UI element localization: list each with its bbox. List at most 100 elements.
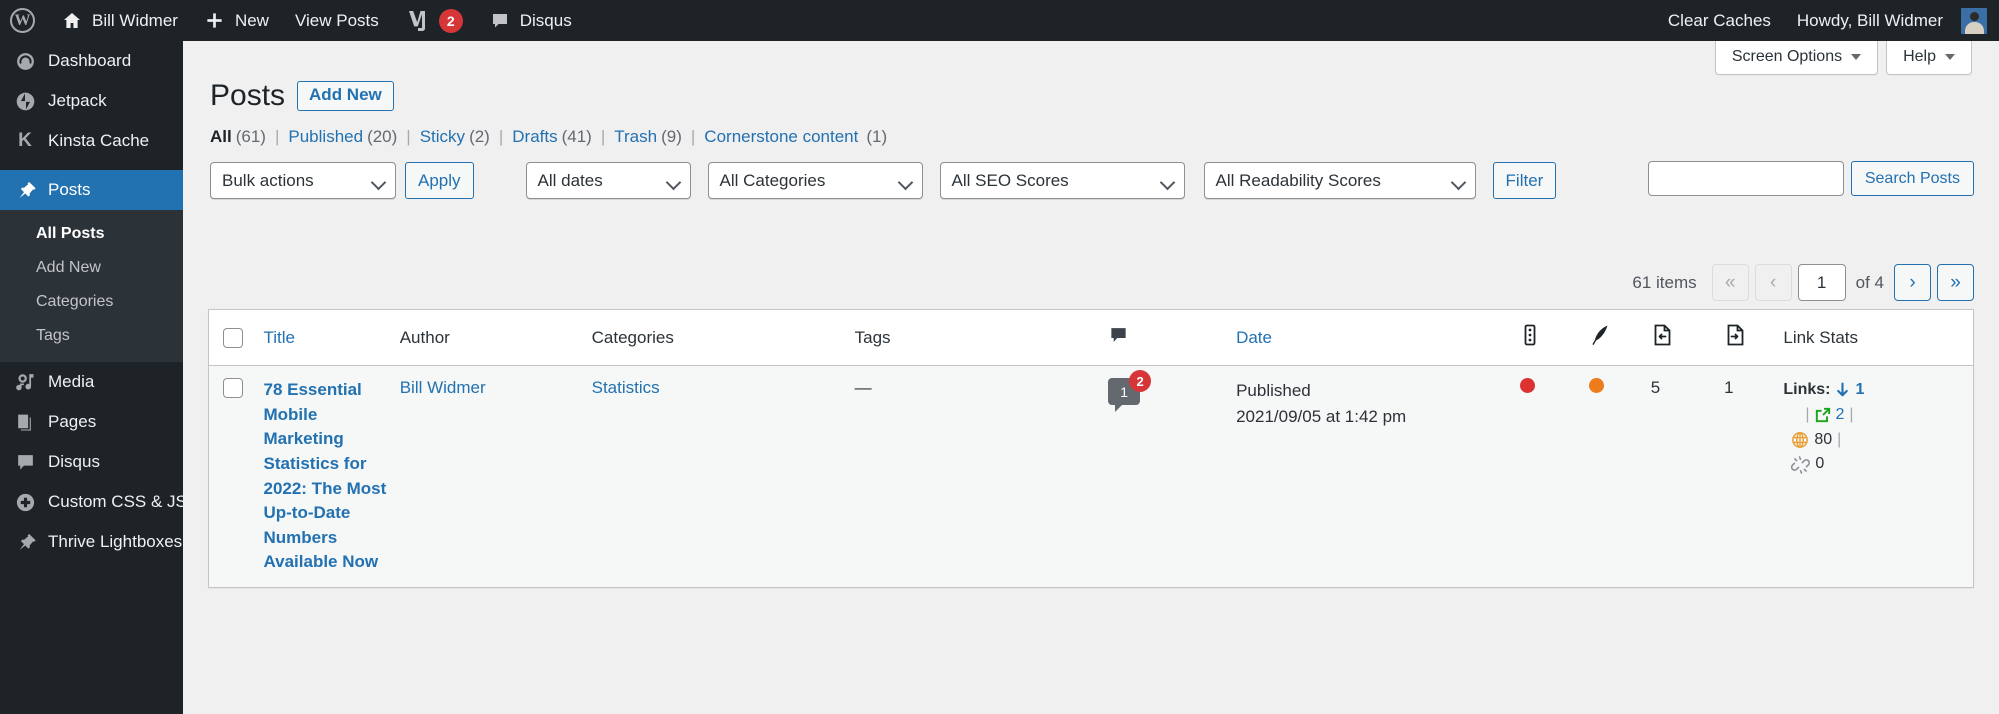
status-divider: | — [690, 127, 696, 146]
status-link-cornerstone-content[interactable]: Cornerstone content — [704, 127, 858, 146]
chevron-down-icon — [897, 174, 913, 190]
last-page-button[interactable]: » — [1937, 264, 1974, 301]
sidebar-item-kinsta-cache[interactable]: K Kinsta Cache — [0, 121, 183, 161]
select-all-checkbox[interactable] — [223, 327, 243, 348]
screen-options-button[interactable]: Screen Options — [1714, 41, 1879, 75]
admin-bar: Bill Widmer New View Posts 2 Disqus Clea… — [0, 0, 1999, 41]
sidebar-item-custom-css-js[interactable]: Custom CSS & JS — [0, 482, 187, 522]
clear-caches-button[interactable]: Clear Caches — [1655, 0, 1784, 41]
status-link-trash[interactable]: Trash — [614, 127, 657, 146]
sidebar-item-jetpack[interactable]: Jetpack — [0, 81, 183, 121]
yoast-notification-count: 2 — [438, 8, 463, 33]
screen-meta-links: Screen Options Help — [1714, 41, 1972, 75]
menu-separator — [0, 161, 183, 170]
status-link-drafts-wrap: Drafts (41) — [512, 127, 592, 147]
jetpack-icon — [14, 90, 36, 112]
total-pages-label: of 4 — [1855, 272, 1884, 292]
chevron-down-icon — [1945, 54, 1955, 60]
sidebar-item-label: Pages — [48, 412, 97, 431]
readability-score-filter-select[interactable]: All Readability Scores — [1203, 162, 1476, 199]
help-button[interactable]: Help — [1886, 41, 1972, 75]
sidebar-item-media[interactable]: Media — [0, 362, 183, 402]
status-link-sticky[interactable]: Sticky — [420, 127, 465, 146]
comment-count-wrap[interactable]: 1 2 — [1108, 370, 1152, 412]
sidebar-item-categories[interactable]: Categories — [0, 285, 183, 319]
date-filter-select[interactable]: All dates — [525, 162, 691, 199]
sidebar-item-disqus[interactable]: Disqus — [0, 442, 183, 482]
yoast-icon — [405, 10, 427, 32]
status-link-sticky-wrap: Sticky (2) — [420, 127, 490, 147]
cell-categories: Statistics — [591, 365, 855, 588]
new-content-menu[interactable]: New — [191, 0, 282, 41]
seo-score-dot[interactable] — [1520, 378, 1536, 393]
first-page-button: « — [1711, 264, 1749, 301]
row-checkbox[interactable] — [223, 378, 243, 398]
readability-feather-icon — [1589, 323, 1611, 347]
category-filter-select[interactable]: All Categories — [707, 162, 923, 199]
sidebar-item-dashboard[interactable]: Dashboard — [0, 41, 183, 81]
filter-button[interactable]: Filter — [1492, 162, 1557, 199]
disqus-menu[interactable]: Disqus — [476, 0, 585, 41]
status-link-all[interactable]: All — [210, 127, 232, 146]
submenu-label: All Posts — [36, 225, 105, 242]
status-link-cornerstone-wrap: Cornerstone content (1) — [704, 127, 887, 147]
post-author-link[interactable]: Bill Widmer — [400, 378, 486, 397]
avatar — [1961, 7, 1987, 34]
view-posts-link[interactable]: View Posts — [282, 0, 392, 41]
external-link-icon — [1815, 407, 1831, 423]
bulk-actions-select[interactable]: Bulk actions — [210, 162, 396, 199]
main-content: Screen Options Help Posts Add New All (61… — [183, 41, 1999, 714]
status-link-drafts[interactable]: Drafts — [512, 127, 557, 146]
column-header-inbound-links — [1650, 310, 1725, 366]
pending-comments-badge[interactable]: 2 — [1129, 370, 1152, 392]
current-page-input[interactable] — [1797, 264, 1846, 301]
table-body: 78 Essential Mobile Marketing Statistics… — [209, 365, 1973, 588]
site-name-menu[interactable]: Bill Widmer — [48, 0, 191, 41]
yoast-seo-menu[interactable]: 2 — [392, 0, 476, 41]
link-stats-outbound-row: | 2 | — [1783, 403, 1973, 428]
sidebar-item-pages[interactable]: Pages — [0, 402, 183, 442]
sidebar-item-add-new[interactable]: Add New — [0, 251, 183, 285]
sidebar-item-tags[interactable]: Tags — [0, 319, 183, 353]
apply-button[interactable]: Apply — [405, 162, 474, 199]
sort-date-link[interactable]: Date — [1236, 328, 1272, 347]
column-header-link-stats: Link Stats — [1783, 310, 1973, 366]
post-category-link[interactable]: Statistics — [592, 378, 660, 397]
column-header-seo-score — [1520, 310, 1590, 366]
sidebar-item-posts[interactable]: Posts — [0, 170, 183, 210]
sidebar-item-all-posts[interactable]: All Posts — [0, 217, 183, 251]
wp-logo-menu[interactable] — [0, 0, 48, 41]
status-link-published[interactable]: Published — [288, 127, 363, 146]
status-link-trash-wrap: Trash (9) — [614, 127, 682, 147]
status-divider: | — [498, 127, 504, 146]
sidebar-item-label: Dashboard — [48, 51, 132, 70]
category-filter-value: All Categories — [719, 170, 826, 190]
submenu-label: Tags — [36, 327, 70, 344]
column-header-tags: Tags — [854, 310, 1109, 366]
pin-icon — [14, 531, 36, 553]
sidebar-item-label: Posts — [48, 180, 91, 199]
link-stats-broken-count: 0 — [1815, 455, 1825, 473]
inbound-links-icon — [1651, 323, 1673, 347]
link-stats-outbound-count: 2 — [1835, 405, 1845, 423]
readability-score-dot[interactable] — [1589, 378, 1605, 393]
screen-options-label: Screen Options — [1731, 48, 1843, 65]
outbound-links-icon — [1724, 323, 1746, 347]
post-title-link[interactable]: 78 Essential Mobile Marketing Statistics… — [263, 380, 386, 571]
wordpress-logo-icon — [10, 8, 35, 33]
sort-title-link[interactable]: Title — [263, 328, 295, 347]
next-page-button[interactable]: › — [1894, 264, 1931, 301]
add-new-button[interactable]: Add New — [297, 80, 394, 111]
sidebar-item-label: Disqus — [48, 452, 100, 471]
sidebar-item-label: Jetpack — [48, 91, 107, 110]
sidebar-item-thrive-lightboxes[interactable]: Thrive Lightboxes — [0, 522, 183, 562]
chevron-down-icon — [1450, 174, 1466, 190]
submenu-label: Add New — [36, 259, 101, 276]
my-account-menu[interactable]: Howdy, Bill Widmer — [1784, 0, 1999, 41]
status-count-drafts: (41) — [561, 127, 592, 146]
kinsta-icon: K — [18, 130, 32, 151]
table-nav-top: Bulk actions Apply All dates All Categor… — [183, 147, 1999, 199]
status-count-published: (20) — [367, 127, 398, 146]
comment-icon — [1108, 325, 1129, 346]
seo-score-filter-select[interactable]: All SEO Scores — [939, 162, 1185, 199]
